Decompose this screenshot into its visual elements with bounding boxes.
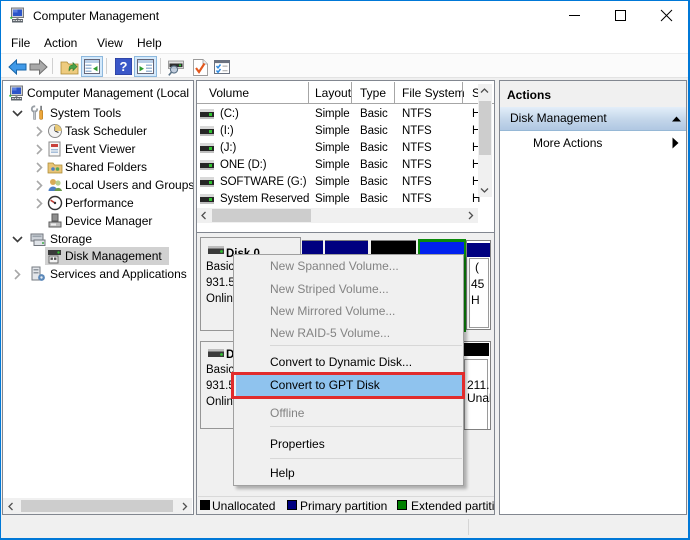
svg-text:?: ? (120, 59, 128, 74)
